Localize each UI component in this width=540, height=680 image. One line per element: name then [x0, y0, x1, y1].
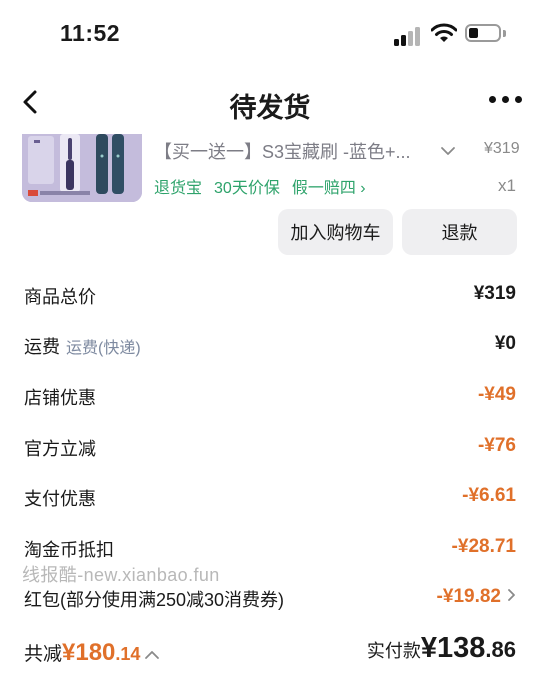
paid-label: 实付款: [366, 641, 421, 661]
product-thumbnail[interactable]: [22, 134, 142, 202]
shipping-method: 运费(快递): [66, 340, 141, 357]
summary-red-packet-row[interactable]: -¥19.82: [437, 586, 516, 608]
summary-value-store-discount: -¥49: [477, 384, 516, 405]
chevron-down-icon[interactable]: [440, 146, 456, 156]
summary-value-goods-total: ¥319: [473, 283, 516, 304]
chevron-up-icon[interactable]: [144, 650, 160, 660]
total-discount-yuan: ¥180: [62, 639, 116, 666]
page-title: 待发货: [229, 93, 311, 123]
summary-value-shipping: ¥0: [494, 333, 516, 354]
summary-value-payment-discount: -¥6.61: [462, 485, 516, 506]
paid-amount: 实付款¥138.86: [367, 632, 516, 665]
wifi-icon: [431, 23, 457, 42]
product-name[interactable]: 【买一送一】S3宝藏刷 -蓝色+...: [154, 138, 411, 164]
product-price: ¥319: [484, 140, 520, 157]
total-discount-cents: .14: [115, 644, 141, 664]
summary-label-red-packet: 红包(部分使用满250减30消费券): [24, 590, 285, 610]
summary-label-payment-discount: 支付优惠: [24, 489, 96, 509]
summary-shipping-row: 运费 运费(快递): [24, 333, 141, 359]
summary-value-official-discount: -¥76: [477, 435, 516, 456]
total-discount-label: 共减: [24, 644, 63, 665]
summary-label-goods-total: 商品总价: [24, 287, 96, 307]
paid-yuan: ¥138: [420, 632, 486, 664]
toothbrush-image-icon: [22, 134, 142, 202]
cellular-signal-icon: [394, 24, 424, 46]
summary-label-official-discount: 官方立减: [24, 439, 96, 459]
summary-label-shipping: 运费: [24, 337, 60, 357]
summary-label-store-discount: 店铺优惠: [24, 388, 96, 408]
battery-tip: [503, 30, 506, 37]
refund-button[interactable]: 退款: [402, 209, 517, 255]
tag-fake-compensation[interactable]: 假一赔四 ›: [292, 180, 366, 197]
summary-label-coin-deduction: 淘金币抵扣: [24, 540, 114, 560]
chevron-right-icon[interactable]: [507, 588, 516, 602]
tag-return-insurance[interactable]: 退货宝: [154, 180, 202, 197]
product-quantity: x1: [498, 176, 516, 195]
summary-value-coin-deduction: -¥28.71: [451, 536, 516, 557]
more-options-icon[interactable]: [489, 96, 523, 108]
status-time: 11:52: [60, 20, 121, 46]
service-tags[interactable]: 退货宝 30天价保 假一赔四 ›: [154, 174, 378, 198]
tag-price-protection[interactable]: 30天价保: [214, 180, 280, 197]
summary-value-red-packet[interactable]: -¥19.82: [437, 586, 501, 607]
watermark: 线报酷-new.xianbao.fun: [22, 565, 220, 585]
battery-icon: [465, 24, 501, 42]
add-to-cart-button[interactable]: 加入购物车: [278, 209, 393, 255]
paid-cents: .86: [485, 637, 516, 662]
total-discount[interactable]: 共减¥180.14: [24, 639, 160, 667]
